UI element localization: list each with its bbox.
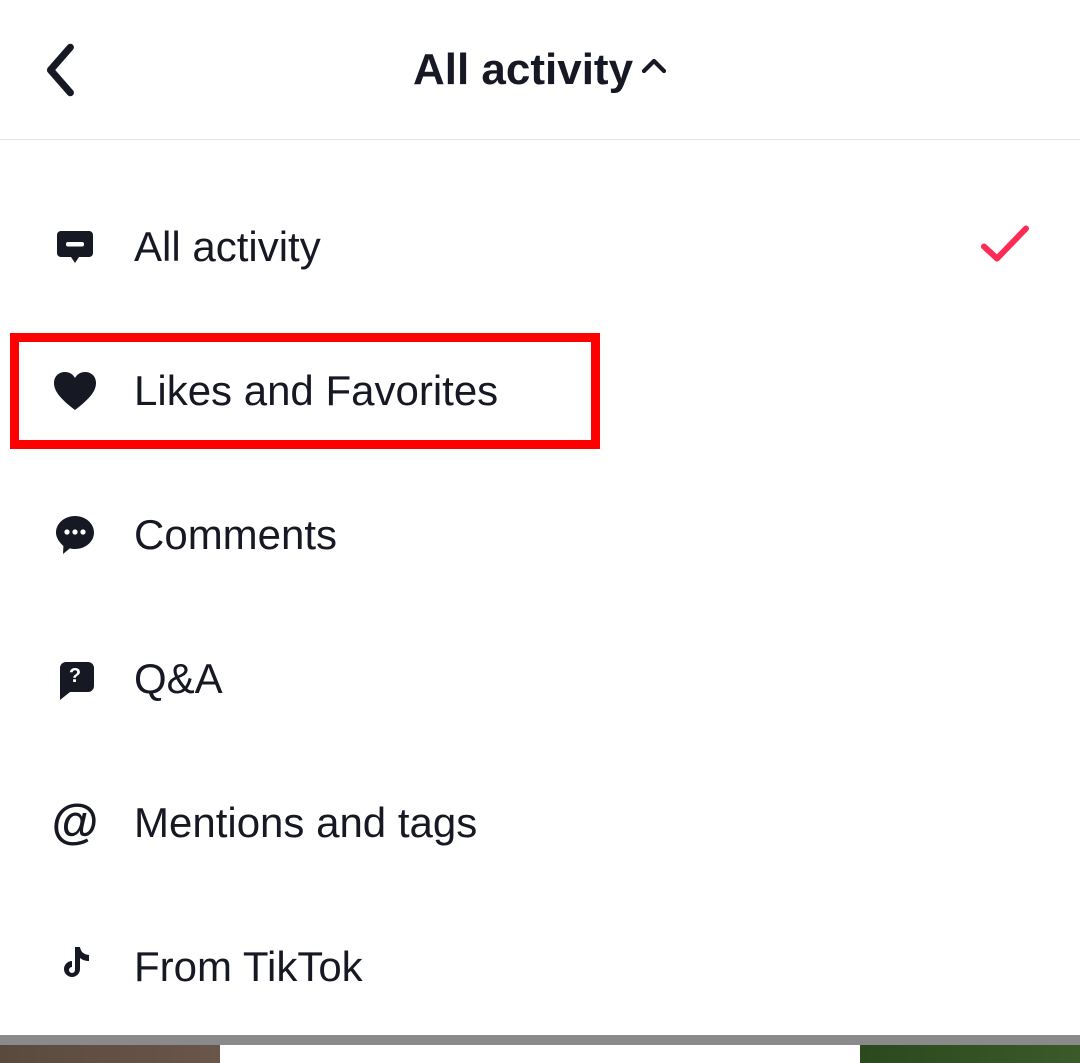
page-title: All activity <box>413 45 633 95</box>
content-peek <box>0 1045 1080 1063</box>
comments-icon <box>50 514 100 556</box>
menu-item-label: Comments <box>134 511 337 559</box>
menu-item-label: All activity <box>134 223 321 271</box>
menu-item-label: Mentions and tags <box>134 799 477 847</box>
tiktok-icon <box>50 945 100 989</box>
menu-item-from-tiktok[interactable]: From TikTok <box>0 895 1080 1039</box>
header: All activity <box>0 0 1080 140</box>
divider <box>0 1035 1080 1045</box>
back-button[interactable] <box>40 43 78 97</box>
svg-text:?: ? <box>69 665 81 687</box>
menu-item-comments[interactable]: Comments <box>0 463 1080 607</box>
chevron-left-icon <box>40 43 78 97</box>
qa-icon: ? <box>50 658 100 700</box>
thumbnail <box>0 1045 220 1063</box>
menu-item-label: From TikTok <box>134 943 363 991</box>
chevron-up-icon <box>641 57 667 75</box>
at-icon: @ <box>50 799 100 847</box>
heart-icon <box>50 370 100 412</box>
chat-bubble-icon <box>50 227 100 267</box>
thumbnail <box>860 1045 1080 1063</box>
menu-item-qa[interactable]: ? Q&A <box>0 607 1080 751</box>
menu-item-all-activity[interactable]: All activity <box>0 175 1080 319</box>
activity-filter-menu: All activity Likes and Favorites Comment… <box>0 140 1080 1039</box>
menu-item-label: Likes and Favorites <box>134 367 498 415</box>
menu-item-label: Q&A <box>134 655 223 703</box>
title-dropdown[interactable]: All activity <box>0 45 1080 95</box>
check-icon <box>978 223 1032 272</box>
menu-item-likes-favorites[interactable]: Likes and Favorites <box>0 319 1080 463</box>
menu-item-mentions[interactable]: @ Mentions and tags <box>0 751 1080 895</box>
